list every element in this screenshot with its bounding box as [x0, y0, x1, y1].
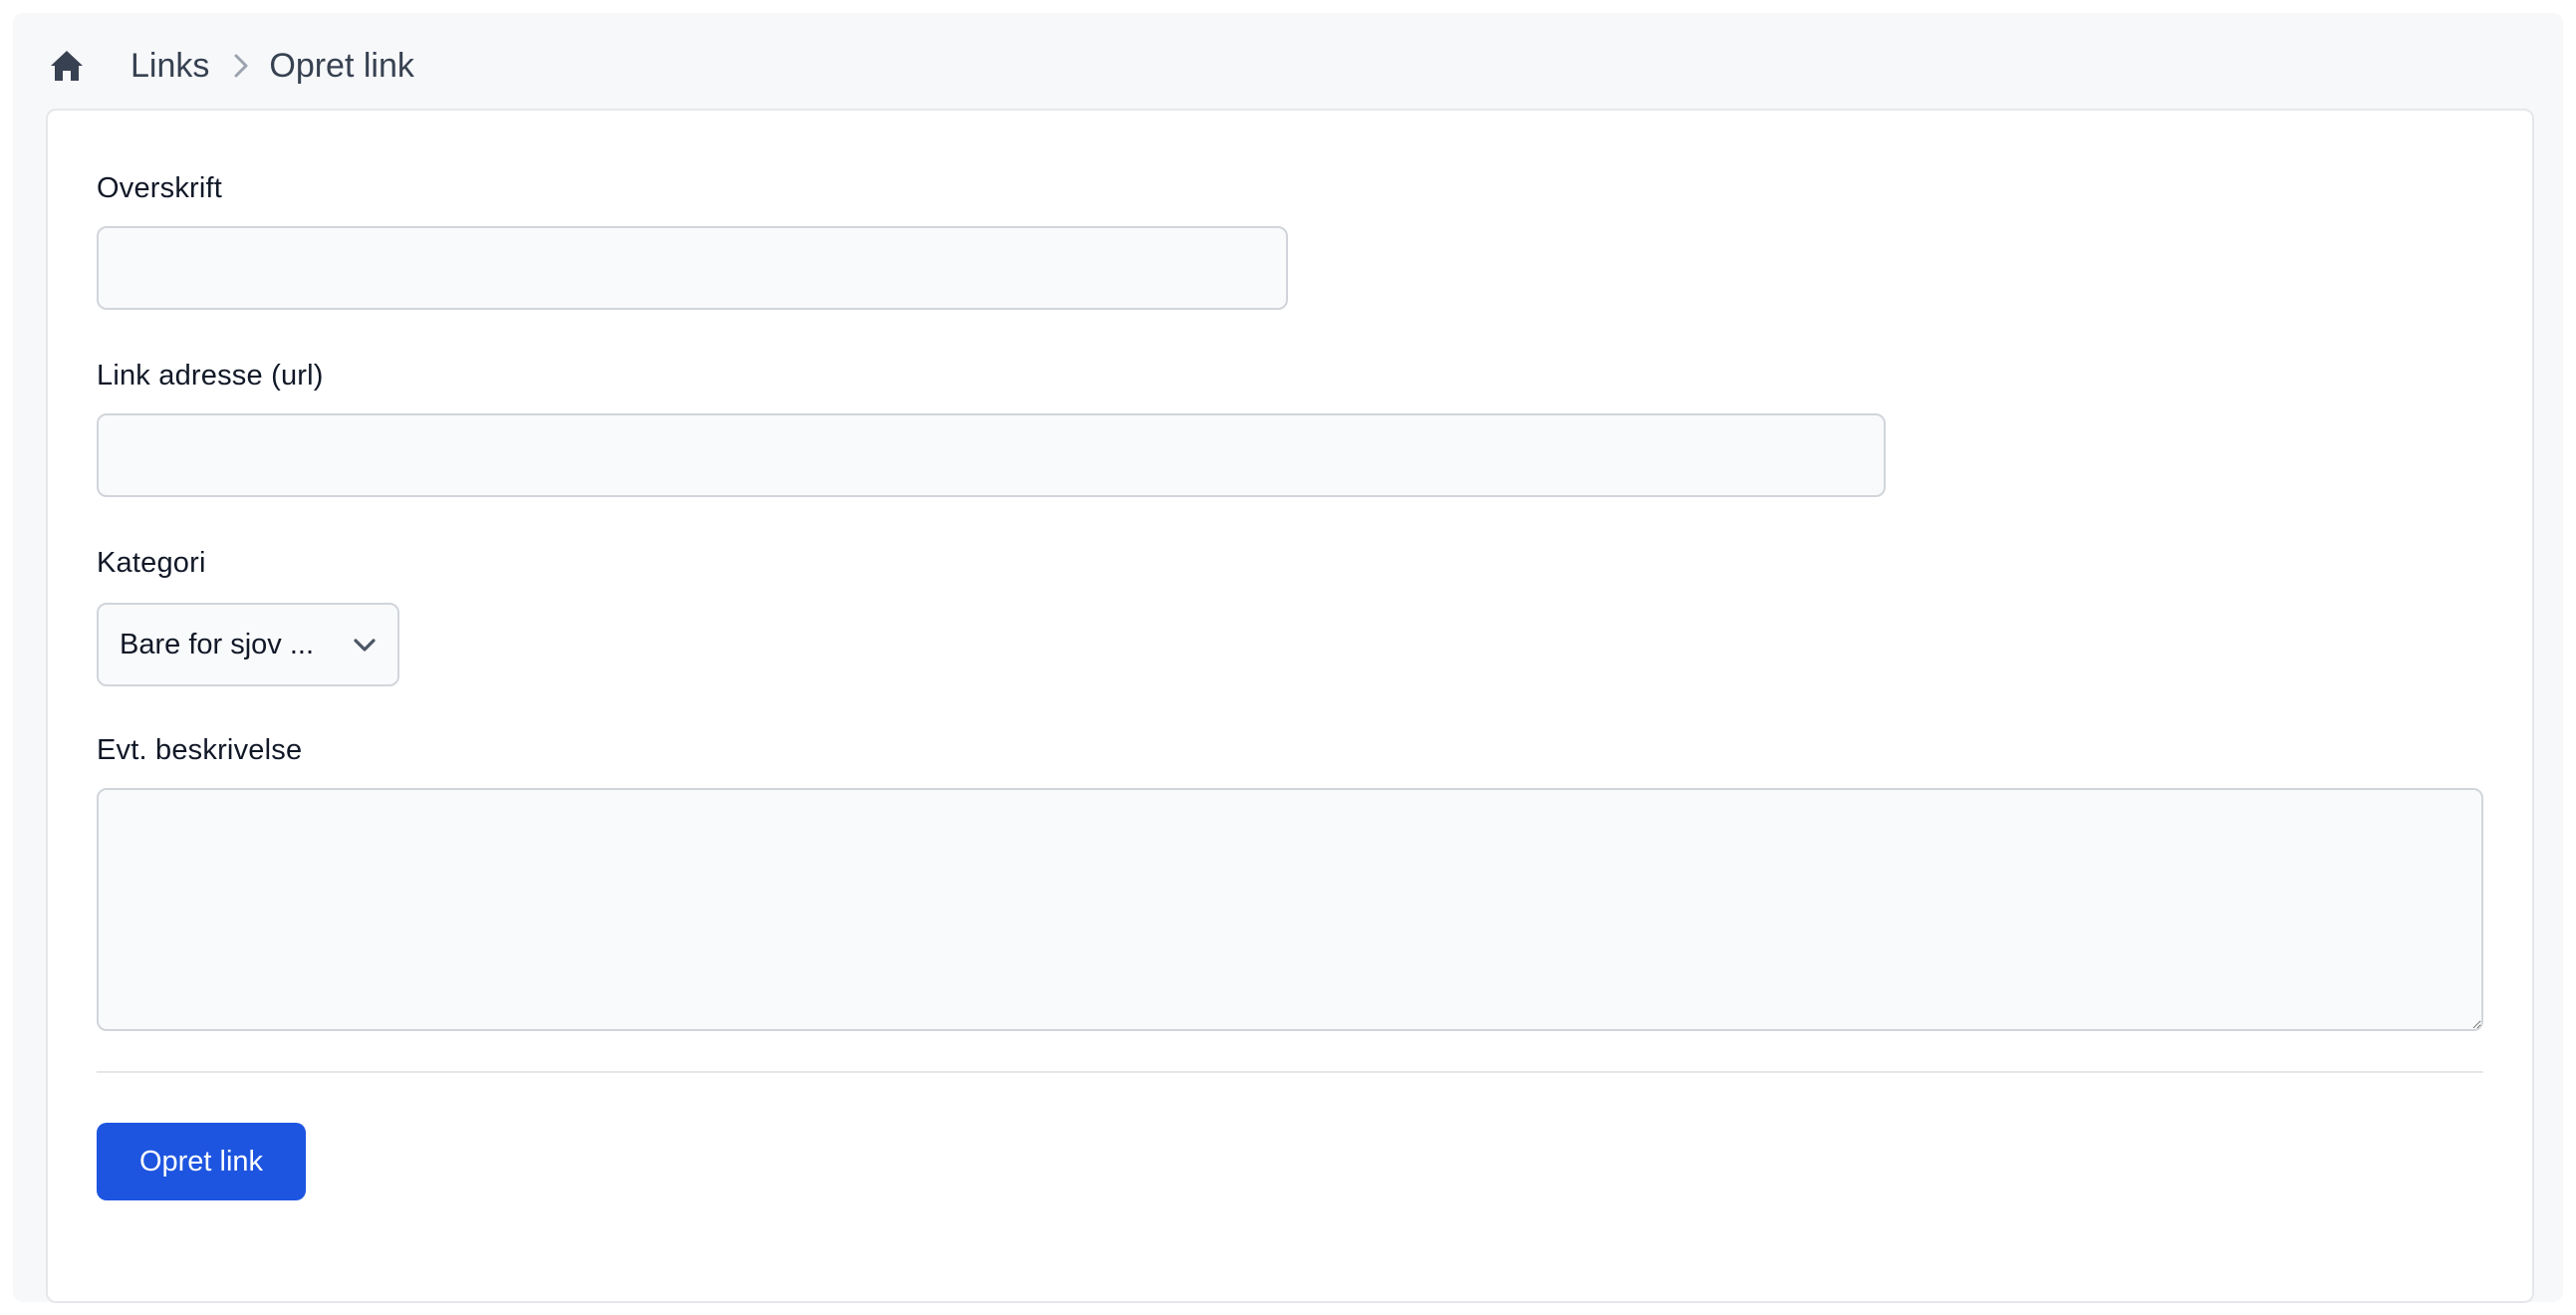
url-label: Link adresse (url)	[97, 360, 324, 392]
category-select[interactable]: Bare for sjov ...	[97, 603, 399, 686]
description-label: Evt. beskrivelse	[97, 734, 303, 766]
category-selected-value: Bare for sjov ...	[120, 628, 315, 660]
home-icon[interactable]	[47, 46, 87, 86]
breadcrumb: Links Opret link	[47, 33, 414, 99]
create-link-form: Overskrift Link adresse (url) Kategori B…	[46, 109, 2534, 1303]
description-textarea[interactable]	[97, 788, 2483, 1031]
divider	[97, 1071, 2483, 1073]
page-container: Links Opret link Overskrift Link adresse…	[13, 13, 2563, 1303]
breadcrumb-links[interactable]: Links	[130, 47, 209, 86]
breadcrumb-current: Opret link	[269, 46, 414, 85]
url-input[interactable]	[97, 413, 1886, 497]
headline-input[interactable]	[97, 226, 1288, 310]
chevron-right-icon	[227, 52, 255, 80]
chevron-down-icon	[350, 631, 380, 660]
category-label: Kategori	[97, 547, 206, 579]
create-link-button[interactable]: Opret link	[97, 1123, 306, 1200]
headline-label: Overskrift	[97, 172, 223, 204]
